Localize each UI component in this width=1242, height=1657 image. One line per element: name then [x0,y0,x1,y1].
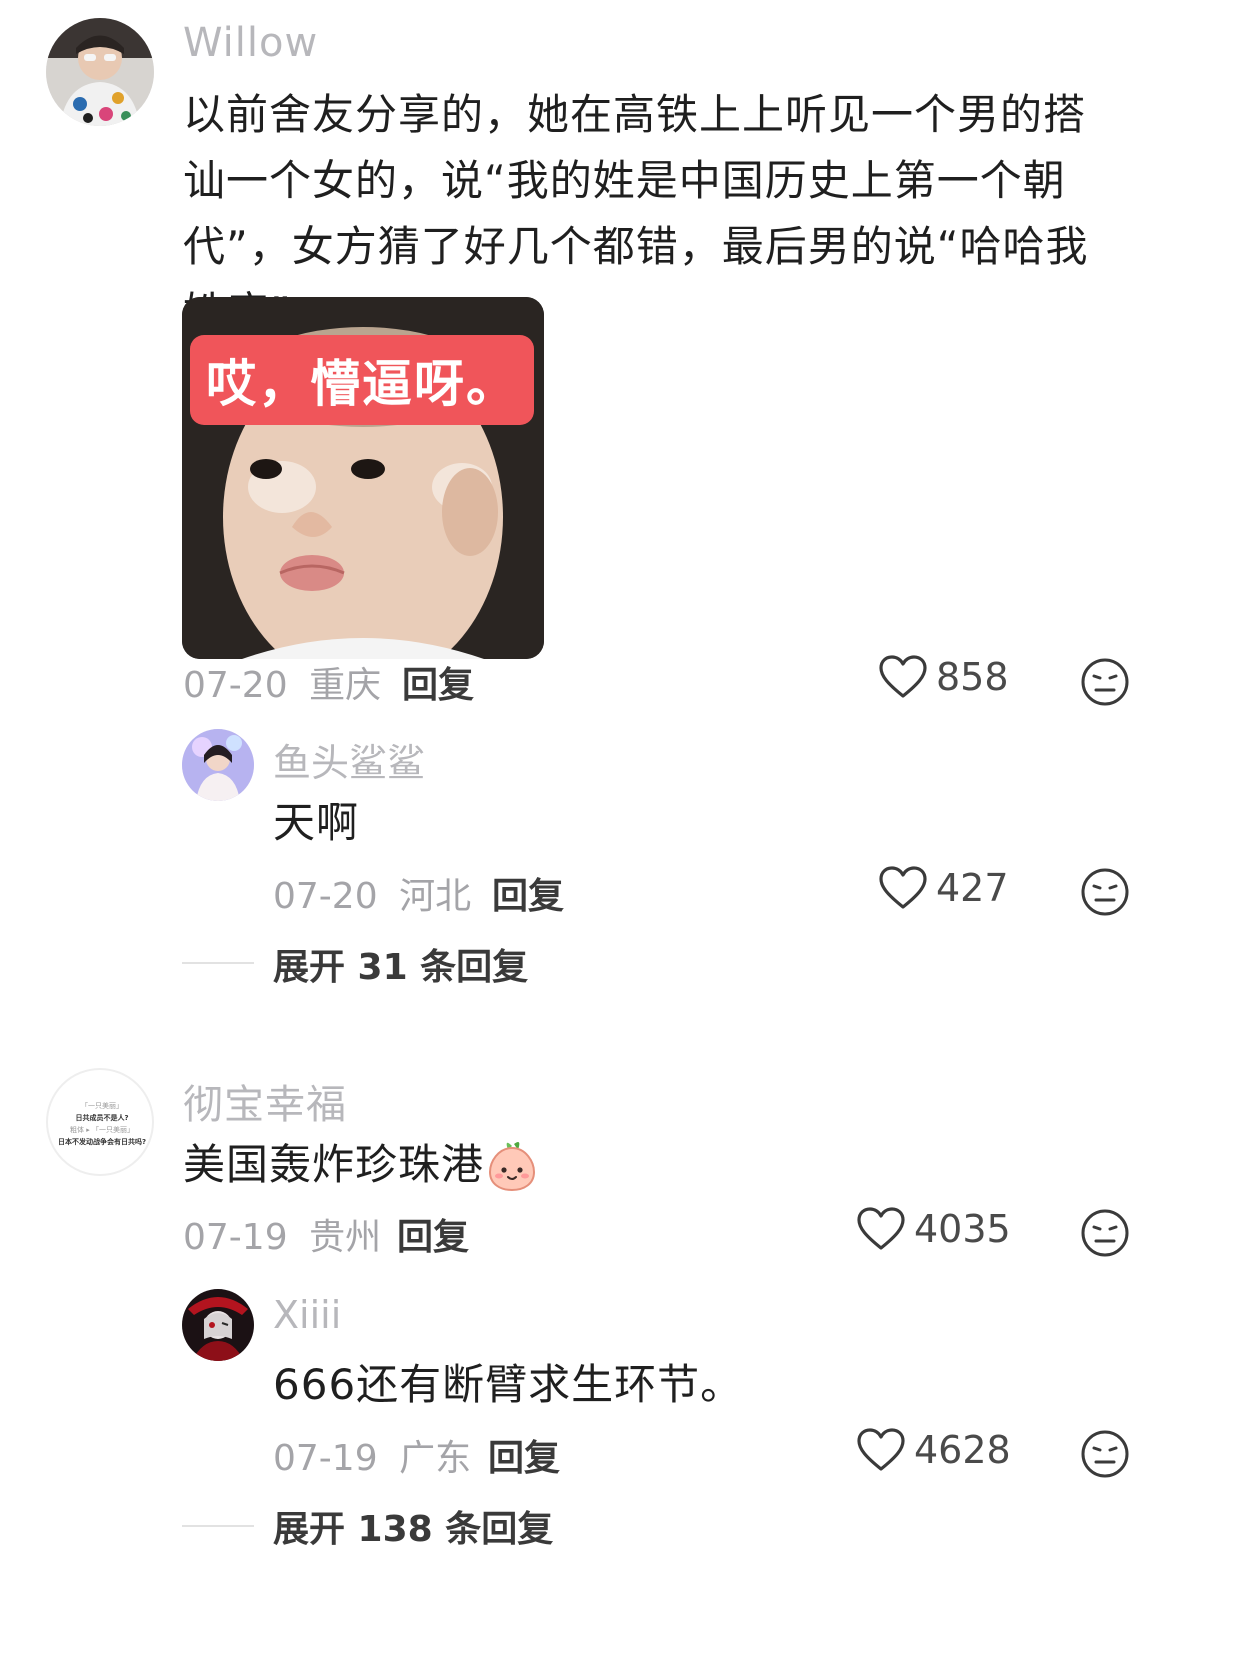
dislike-button[interactable] [1079,1207,1131,1259]
reply-location: 河北 [399,876,472,917]
reply-button[interactable]: 回复 [397,1208,469,1260]
peach-face-emoji [489,1142,536,1192]
like-button[interactable]: 4628 [856,1427,1011,1473]
meh-face-icon [1081,1209,1129,1257]
reply-text: 666还有断臂求生环节。 [273,1360,744,1409]
reply-username[interactable]: Xiiii [273,1293,341,1337]
comment-location: 重庆 [309,665,382,706]
meh-face-icon [1081,1430,1129,1478]
dislike-button[interactable] [1079,656,1131,708]
reply-button[interactable]: 回复 [488,1429,560,1481]
comment-date: 07-20 [183,665,288,706]
comment-text-row: 美国轰炸珍珠港 [183,1132,538,1198]
expand-replies-button[interactable]: 展开 138 条回复 [273,1500,553,1552]
avatar-line: 日共成员不是人? [75,1114,129,1122]
like-count: 4628 [914,1428,1011,1472]
reply-button[interactable]: 回复 [492,867,564,919]
avatar-line: 「一只美丽」 [81,1102,123,1110]
comment-meta: 07-20 重庆 [183,656,381,708]
like-button[interactable]: 427 [878,865,1009,911]
comment-location: 贵州 [309,1217,382,1258]
reply-location: 广东 [399,1438,472,1479]
comment-meta: 07-19 贵州 [183,1208,381,1260]
reply-date: 07-20 [273,876,378,917]
expand-replies-button[interactable]: 展开 31 条回复 [273,938,528,990]
comment-username[interactable]: Willow [183,20,318,66]
avatar-chebao[interactable]: 「一只美丽」 日共成员不是人? 粗体 ▸ 「一只美丽」 日本不发动战争会有日共吗… [46,1068,154,1176]
like-count: 427 [936,866,1009,910]
comment-username[interactable]: 彻宝幸福 [183,1072,347,1130]
avatar-line: 日本不发动战争会有日共吗? [57,1138,147,1146]
meh-face-icon [1081,868,1129,916]
dislike-button[interactable] [1079,866,1131,918]
avatar-reply-user[interactable] [182,1289,254,1361]
like-button[interactable]: 858 [878,654,1009,700]
comment-text: 美国轰炸珍珠港 [183,1140,485,1189]
reply-button[interactable]: 回复 [402,656,474,708]
heart-outline-icon [879,655,927,698]
heart-outline-icon [857,1207,905,1250]
avatar-line: 粗体 ▸ 「一只美丽」 [70,1126,134,1134]
reply-date: 07-19 [273,1438,378,1479]
like-count: 4035 [914,1207,1011,1251]
avatar-willow[interactable] [46,18,154,126]
avatar-reply-user[interactable] [182,729,254,801]
meme-caption: 哎，懵逼呀。 [190,335,534,425]
expand-divider [182,962,254,964]
meh-face-icon [1081,658,1129,706]
reply-meta: 07-19 广东 [273,1429,471,1481]
avatar-text: 「一只美丽」 日共成员不是人? 粗体 ▸ 「一只美丽」 日本不发动战争会有日共吗… [48,1070,152,1174]
heart-outline-icon [857,1428,905,1471]
like-button[interactable]: 4035 [856,1206,1011,1252]
reply-text: 天啊 [273,798,360,847]
comment-date: 07-19 [183,1217,288,1258]
like-count: 858 [936,655,1009,699]
comment-image[interactable]: 哎，懵逼呀。 [182,297,544,659]
reply-meta: 07-20 河北 [273,867,471,919]
expand-divider [182,1525,254,1527]
dislike-button[interactable] [1079,1428,1131,1480]
heart-outline-icon [879,866,927,909]
reply-username[interactable]: 鱼头鲨鲨 [273,732,425,787]
